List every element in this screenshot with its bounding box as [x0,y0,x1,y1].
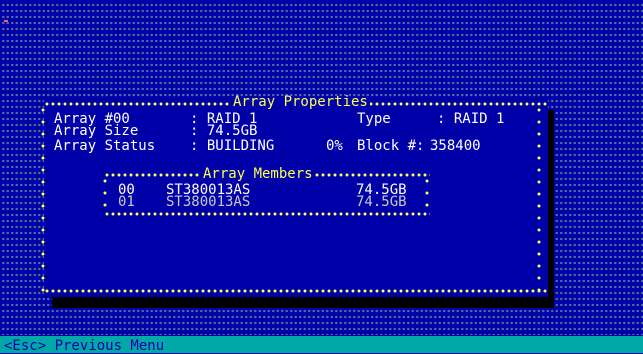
dialog-title: Array Properties [231,94,370,110]
dialog-border-right [536,101,542,293]
block-label: Block #: [357,138,425,154]
array-status-value: : BUILDING [190,138,275,154]
member-row-id: 01 [118,194,135,210]
member-row-size: 74.5GB [356,194,407,210]
progress-percent: 0% [326,138,343,154]
status-bar: <Esc> Previous Menu [0,336,643,353]
dialog-border-left [40,101,46,293]
title-bar [0,0,643,24]
members-border-bottom [104,211,430,217]
array-size-label: Array Size [54,123,139,139]
members-border-left [102,172,108,212]
previous-menu-hint[interactable]: <Esc> Previous Menu [4,339,164,353]
member-row-model: ST380013AS [166,194,251,210]
type-label: Type [357,111,391,127]
title-bar-marker [4,20,8,22]
type-value: : RAID 1 [437,111,505,127]
array-size-value: : 74.5GB [190,123,258,139]
dialog-border-bottom [44,288,548,294]
block-value: 358400 [430,138,481,154]
array-status-label: Array Status [54,138,156,154]
members-title: Array Members [201,166,315,182]
members-border-right [424,172,430,212]
